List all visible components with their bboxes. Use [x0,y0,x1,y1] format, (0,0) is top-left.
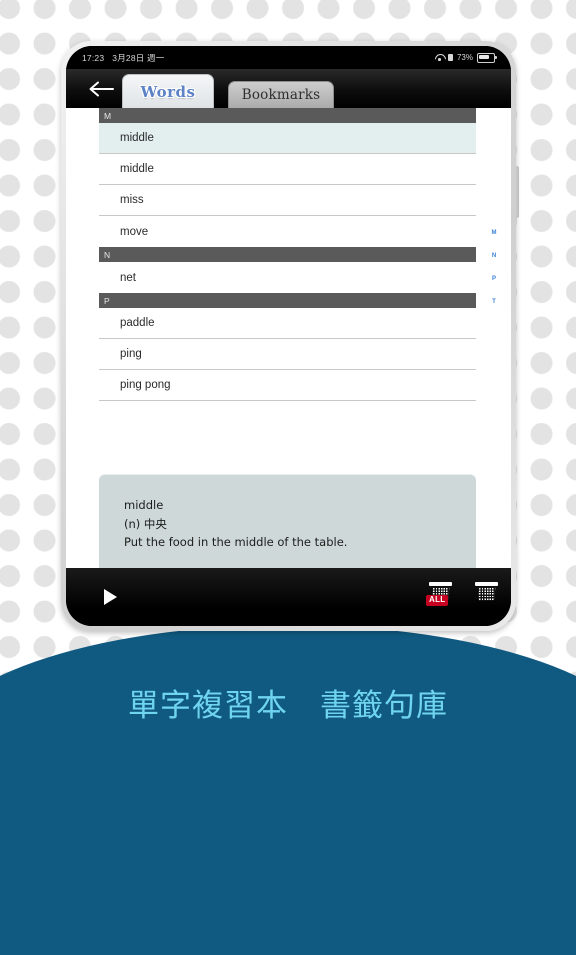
list-item[interactable]: middle [99,123,476,154]
definition-meaning: (n) 中央 [124,516,167,531]
list-item[interactable]: paddle [99,308,476,339]
index-letter-p[interactable]: P [492,276,496,282]
bottom-banner: 單字複習本 書籤句庫 [0,625,576,955]
play-icon[interactable] [104,586,126,608]
trash-icon [475,582,498,601]
section-header-p: P [99,293,476,308]
trash-button[interactable] [475,582,498,601]
definition-panel: middle (n) 中央 Put the food in the middle… [99,474,476,568]
list-item[interactable]: middle [99,154,476,185]
device-side-button[interactable] [515,166,519,218]
definition-example: Put the food in the middle of the table. [124,535,348,550]
index-letter-t[interactable]: T [492,299,496,305]
list-item[interactable]: ping [99,339,476,370]
app-screen: M middle middle miss move N net P paddle… [66,108,511,568]
alarm-icon [447,54,453,61]
section-header-m: M [99,108,476,123]
status-bar-left: 17:23 3月28日 週一 [82,52,164,64]
battery-percent-label: 73% [456,53,473,62]
back-arrow-icon[interactable] [86,77,116,101]
word-list: M middle middle miss move N net P paddle… [99,108,476,401]
battery-icon [477,52,497,63]
status-bar: 17:23 3月28日 週一 73% [66,46,511,69]
tab-bar: Words Bookmarks [66,69,511,108]
list-item[interactable]: move [99,216,476,247]
section-header-n: N [99,247,476,262]
list-item[interactable]: miss [99,185,476,216]
banner-caption: 單字複習本 書籤句庫 [128,688,448,724]
trash-all-badge: ALL [426,595,449,606]
definition-word: middle [124,498,164,512]
device-screen-bezel: 17:23 3月28日 週一 73% Words Bookmarks M mid… [66,46,511,626]
wifi-icon [435,54,444,61]
bottom-toolbar: ALL [66,568,511,626]
status-bar-right: 73% [435,52,497,63]
status-date: 3月28日 週一 [112,52,165,63]
status-time: 17:23 [82,52,105,63]
list-item[interactable]: ping pong [99,370,476,401]
index-letter-m[interactable]: M [492,230,497,236]
trash-all-button[interactable]: ALL [426,582,452,606]
tablet-device-frame: 17:23 3月28日 週一 73% Words Bookmarks M mid… [61,41,519,631]
tab-bookmarks-label: Bookmarks [241,87,321,103]
alphabet-index[interactable]: M N P T [489,230,499,305]
tab-words-label: Words [140,82,196,101]
tab-bookmarks[interactable]: Bookmarks [228,81,334,108]
list-item[interactable]: net [99,262,476,293]
index-letter-n[interactable]: N [492,253,496,259]
tab-words[interactable]: Words [122,74,214,108]
